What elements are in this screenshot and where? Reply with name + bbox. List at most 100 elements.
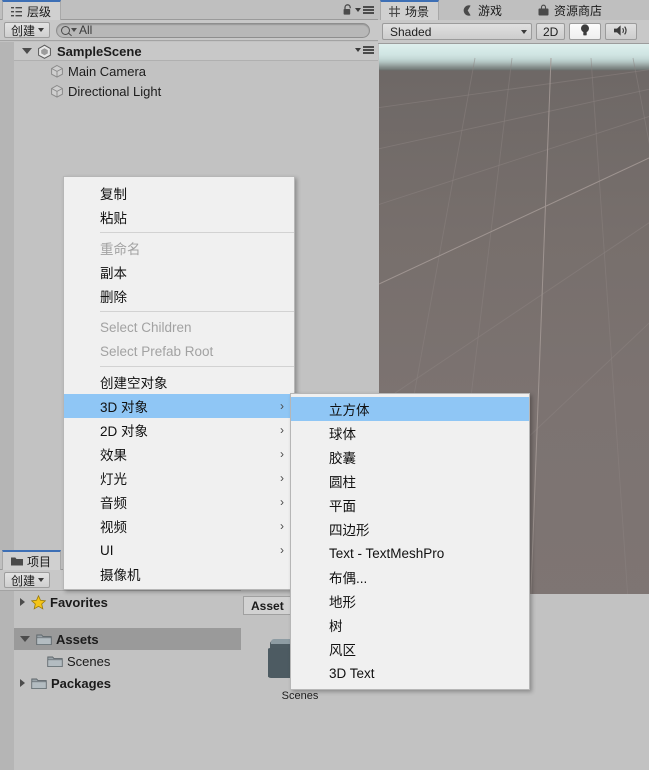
- hierarchy-scene-row[interactable]: SampleScene: [14, 42, 378, 61]
- context-menu-item-label: 3D 对象: [100, 400, 149, 415]
- project-tree-item-favorites[interactable]: Favorites: [14, 591, 241, 613]
- scene-tabbar: 场景 游戏 资源商店: [378, 0, 649, 20]
- folder-icon: [31, 677, 47, 690]
- chevron-down-icon: [38, 28, 45, 32]
- search-icon: [61, 25, 71, 35]
- context-submenu-item[interactable]: 平面: [291, 493, 529, 517]
- menu-separator: [100, 232, 294, 233]
- context-submenu-item[interactable]: 四边形: [291, 517, 529, 541]
- hierarchy-item-directional-light[interactable]: Directional Light: [14, 81, 378, 101]
- hierarchy-scene-menu[interactable]: [355, 46, 374, 54]
- context-menu-item[interactable]: UI ›: [64, 538, 294, 562]
- toggle-audio-button[interactable]: [605, 23, 638, 40]
- context-menu-item-label: UI: [100, 542, 114, 558]
- lock-icon[interactable]: [342, 4, 353, 16]
- chevron-right-icon[interactable]: [20, 679, 25, 687]
- project-tree-item-scenes[interactable]: Scenes: [14, 650, 241, 672]
- asset-item-label: Scenes: [281, 690, 319, 702]
- project-tree-item-assets[interactable]: Assets: [14, 628, 241, 650]
- hierarchy-item-label: Directional Light: [68, 83, 162, 99]
- context-submenu-item[interactable]: 地形: [291, 589, 529, 613]
- scene-menu-icon: [363, 46, 374, 54]
- context-menu-item[interactable]: 灯光 ›: [64, 466, 294, 490]
- context-menu-item-label: 灯光: [100, 472, 127, 487]
- context-menu-item-label: 音频: [100, 496, 127, 511]
- tab-project[interactable]: 项目: [2, 550, 62, 570]
- scene-toolbar: Shaded 2D: [378, 20, 649, 44]
- context-menu-item-label: 效果: [100, 448, 127, 463]
- chevron-right-icon: ›: [280, 447, 284, 461]
- tab-scene[interactable]: 场景: [380, 0, 440, 20]
- toggle-2d-button[interactable]: 2D: [536, 23, 566, 40]
- hierarchy-tabbar-controls: [342, 4, 374, 16]
- project-tree-label: Assets: [56, 631, 99, 647]
- context-submenu-item[interactable]: Text - TextMeshPro: [291, 541, 529, 565]
- panel-menu-icon[interactable]: [363, 6, 374, 14]
- hierarchy-toolbar: 创建 All: [0, 20, 378, 41]
- context-menu-item: Select Prefab Root: [64, 339, 294, 363]
- context-submenu-item-label: 3D Text: [329, 665, 375, 681]
- hierarchy-create-button[interactable]: 创建: [4, 22, 51, 38]
- tab-hierarchy[interactable]: 层级: [2, 0, 62, 20]
- hierarchy-tabbar: 层级: [0, 0, 378, 20]
- chevron-right-icon: ›: [280, 471, 284, 485]
- toggle-lighting-button[interactable]: [569, 23, 602, 40]
- hierarchy-item-main-camera[interactable]: Main Camera: [14, 61, 378, 81]
- context-menu-item-label: 视频: [100, 520, 127, 535]
- project-tree-item-packages[interactable]: Packages: [14, 672, 241, 694]
- tab-asset-store-label: 资源商店: [554, 4, 603, 18]
- tab-game[interactable]: 游戏: [454, 1, 512, 20]
- breadcrumb[interactable]: Asset: [243, 596, 292, 615]
- context-menu-item-label: Select Children: [100, 319, 192, 335]
- project-create-label: 创建: [11, 573, 36, 588]
- context-menu-item-label: 2D 对象: [100, 424, 149, 439]
- context-menu-item: Select Children: [64, 315, 294, 339]
- project-create-button[interactable]: 创建: [4, 572, 51, 588]
- tab-scene-label: 场景: [405, 4, 430, 19]
- context-menu-item[interactable]: 摄像机: [64, 562, 294, 586]
- context-submenu-item[interactable]: 立方体: [291, 397, 529, 421]
- context-submenu-item[interactable]: 3D Text: [291, 661, 529, 685]
- context-submenu-item[interactable]: 风区: [291, 637, 529, 661]
- context-menu-item-label: Select Prefab Root: [100, 343, 214, 359]
- chevron-down-icon[interactable]: [355, 8, 361, 12]
- chevron-right-icon: ›: [280, 495, 284, 509]
- context-menu-item[interactable]: 音频 ›: [64, 490, 294, 514]
- chevron-down-icon[interactable]: [20, 636, 30, 642]
- context-menu-item-label: 删除: [100, 290, 127, 305]
- shading-mode-value: Shaded: [390, 24, 432, 39]
- context-menu-item[interactable]: 创建空对象: [64, 370, 294, 394]
- context-menu-item-label: 创建空对象: [100, 376, 168, 391]
- hierarchy-item-label: Main Camera: [68, 63, 147, 79]
- tab-asset-store[interactable]: 资源商店: [530, 1, 612, 20]
- context-menu: 复制 粘贴重命名副本删除 Select Children Select Prefab …: [63, 176, 295, 590]
- unity-scene-icon: [37, 44, 52, 59]
- context-menu-item[interactable]: 副本: [64, 260, 294, 284]
- context-menu-item-label: 摄像机: [100, 568, 141, 583]
- context-menu-item[interactable]: 视频 ›: [64, 514, 294, 538]
- context-menu-item[interactable]: 2D 对象 ›: [64, 418, 294, 442]
- context-submenu-item-label: 平面: [329, 499, 356, 514]
- context-menu-item-label: 重命名: [100, 242, 141, 257]
- context-menu-item[interactable]: 删除: [64, 284, 294, 308]
- context-submenu-item[interactable]: 树: [291, 613, 529, 637]
- context-submenu-item-label: 球体: [329, 427, 356, 442]
- context-submenu-item-label: 圆柱: [329, 475, 356, 490]
- chevron-down-icon[interactable]: [22, 48, 32, 54]
- context-submenu-item[interactable]: 布偶...: [291, 565, 529, 589]
- context-menu-item[interactable]: 3D 对象 ›: [64, 394, 294, 418]
- folder-icon: [10, 555, 23, 568]
- context-menu-item[interactable]: 效果 ›: [64, 442, 294, 466]
- project-tree-label: Packages: [51, 675, 111, 691]
- chevron-down-icon: [38, 578, 45, 582]
- context-submenu-item[interactable]: 圆柱: [291, 469, 529, 493]
- context-menu-item[interactable]: 粘贴: [64, 205, 294, 229]
- chevron-down-icon: [71, 28, 78, 32]
- context-menu-item[interactable]: 复制: [64, 181, 294, 205]
- chevron-right-icon: ›: [280, 519, 284, 533]
- context-submenu-item[interactable]: 胶囊: [291, 445, 529, 469]
- hierarchy-search-input[interactable]: All: [56, 22, 370, 38]
- chevron-right-icon[interactable]: [20, 598, 25, 606]
- context-submenu-item[interactable]: 球体: [291, 421, 529, 445]
- shading-mode-dropdown[interactable]: Shaded: [382, 23, 532, 40]
